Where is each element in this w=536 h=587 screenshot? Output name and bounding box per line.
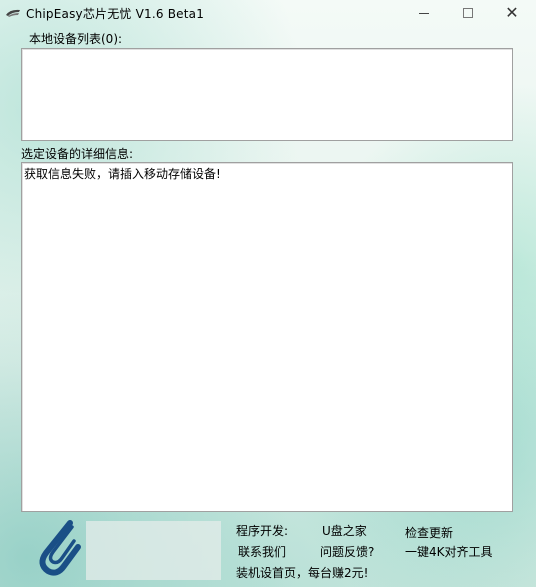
details-textarea[interactable]: 获取信息失败，请插入移动存储设备! <box>21 162 513 512</box>
app-icon <box>6 9 20 17</box>
align-4k-tool-link[interactable]: 一键4K对齐工具 <box>405 543 493 560</box>
developer-label: 程序开发: <box>236 524 289 538</box>
window-title: ChipEasy芯片无忧 V1.6 Beta1 <box>26 7 205 21</box>
contact-us-link[interactable]: 联系我们 <box>238 543 286 560</box>
close-icon: ✕ <box>505 3 519 22</box>
app-window: ChipEasy芯片无忧 V1.6 Beta1 ✕ 本地设备列表(0): 选定设… <box>0 0 536 587</box>
minimize-button[interactable] <box>404 0 444 26</box>
promo-link[interactable]: 装机设首页，每台赚2元! <box>236 564 368 581</box>
close-button[interactable]: ✕ <box>492 0 532 26</box>
maximize-button[interactable] <box>448 0 488 26</box>
maximize-icon <box>463 8 473 18</box>
title-bar[interactable]: ChipEasy芯片无忧 V1.6 Beta1 ✕ <box>0 0 536 26</box>
check-update-link[interactable]: 检查更新 <box>405 524 453 541</box>
device-list[interactable] <box>21 48 513 141</box>
details-label: 选定设备的详细信息: <box>21 147 134 161</box>
details-text: 获取信息失败，请插入移动存储设备! <box>24 167 221 181</box>
developer-link[interactable]: U盘之家 <box>322 522 367 539</box>
feedback-link[interactable]: 问题反馈? <box>320 543 374 560</box>
chipeasy-logo-icon <box>39 520 81 576</box>
minimize-icon <box>419 12 429 14</box>
ad-banner[interactable] <box>86 521 221 580</box>
device-list-label: 本地设备列表(0): <box>29 32 123 46</box>
